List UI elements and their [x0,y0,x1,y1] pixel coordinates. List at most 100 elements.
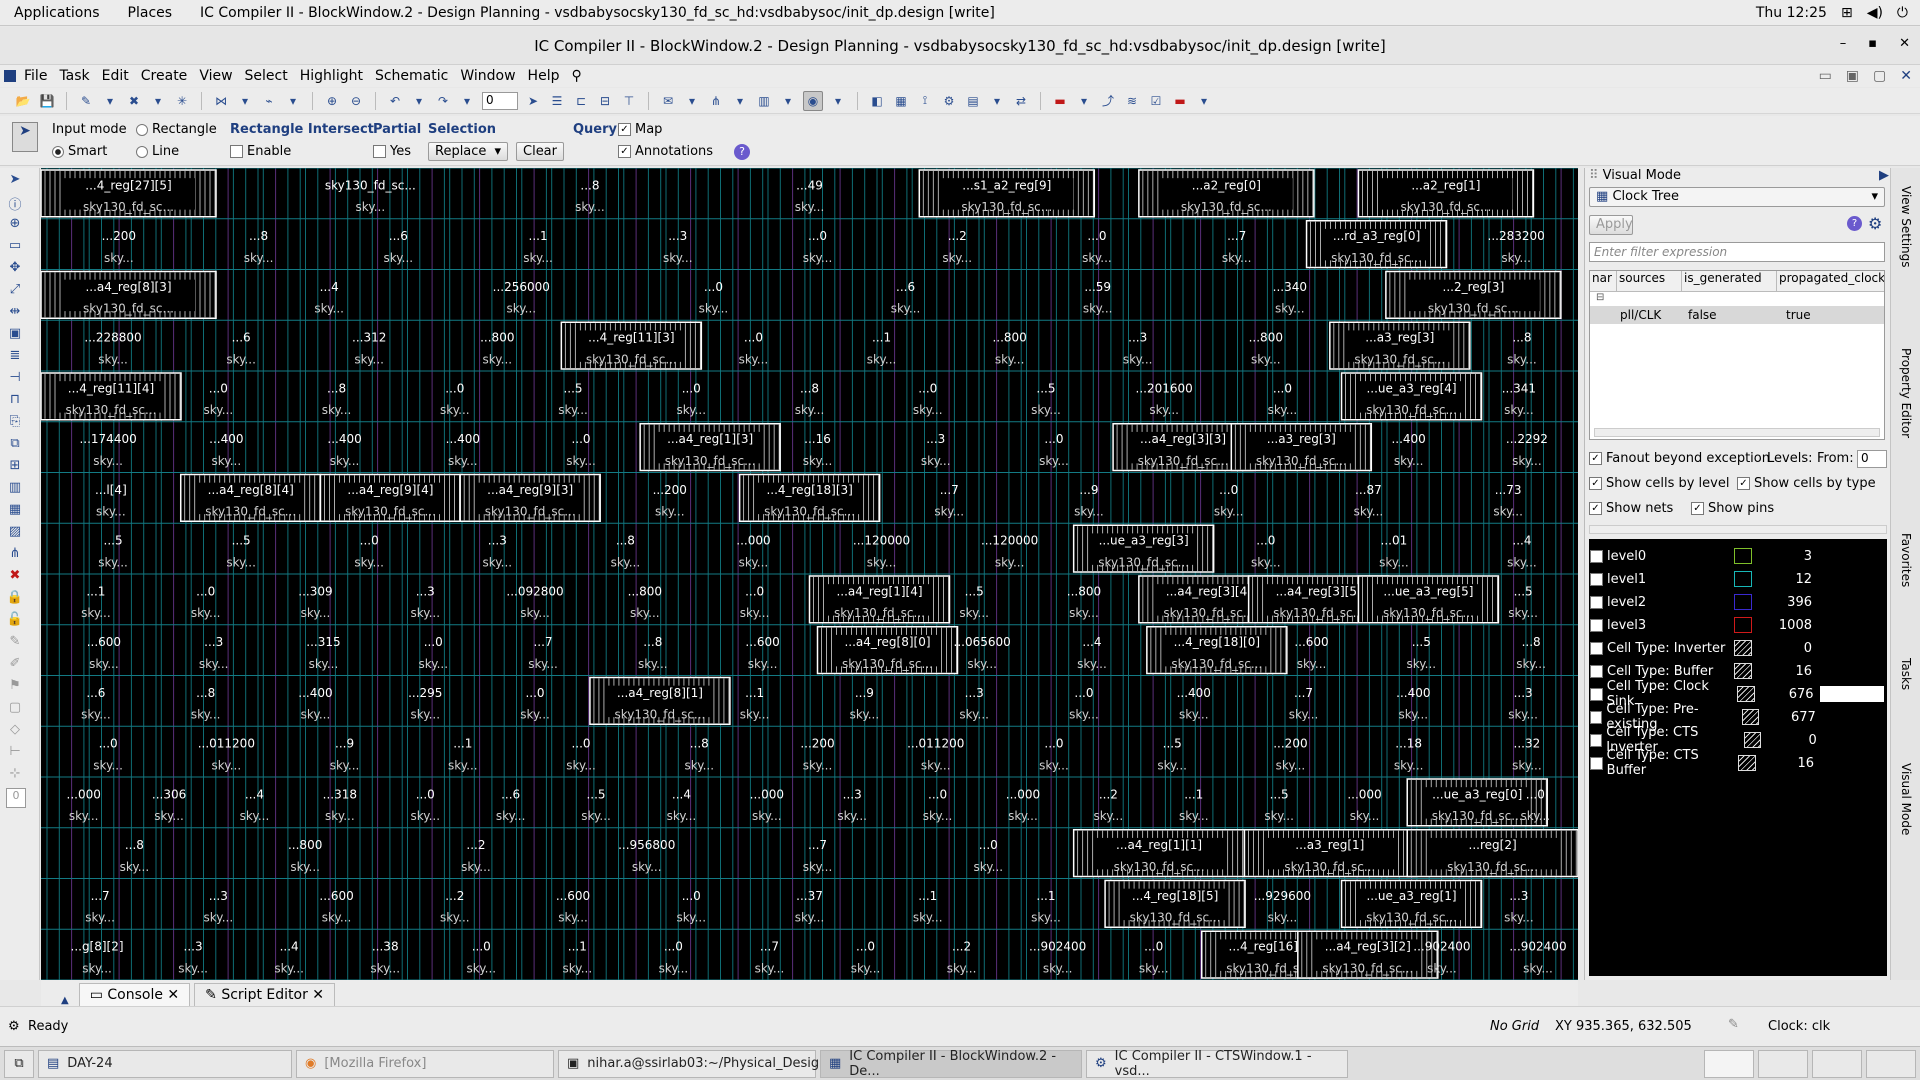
scroll-up-icon[interactable]: ▲ [61,995,69,1006]
error-icon[interactable]: ▬ [1171,92,1189,110]
clock-sink-cell[interactable]: ...a4_reg[9][3] sky130_fd_sc... [459,473,601,522]
tab-console[interactable]: ▭ Console ✕ [78,983,191,1006]
network-icon[interactable]: ⊞ [1841,5,1853,21]
close-icon[interactable]: ✕ [167,987,179,1003]
dropdown-arrow-icon[interactable]: ▾ [1075,92,1093,110]
std-cell[interactable]: ...3 sky... [1504,889,1534,925]
copy-icon[interactable]: ⎘ [6,414,24,432]
std-cell[interactable]: ...1 sky... [523,229,553,265]
clock-sink-cell[interactable]: ...ue_a3_reg[5] sky130_fd_sc... [1357,575,1500,624]
clock-sink-cell[interactable]: ...4_reg[11][3] sky130_fd_sc... [560,321,703,370]
std-cell[interactable]: ...200 sky... [653,483,687,519]
std-cell[interactable]: ...800 sky... [1249,331,1283,367]
chart-icon[interactable]: ▥ [755,92,773,110]
task-terminal[interactable]: ▣ nihar.a@ssirlab03:~/Physical_Design... [558,1049,840,1078]
select-tool-icon[interactable]: ➤ [12,122,38,152]
move-icon[interactable]: ✥ [6,260,24,278]
pencil-icon[interactable]: ✎ [77,92,95,110]
std-cell[interactable]: ...000 sky... [1347,787,1381,823]
align-top-icon[interactable]: ⊤ [620,92,638,110]
edit-icon[interactable]: ✎ [6,634,24,652]
std-cell[interactable]: ...1 sky... [563,940,593,976]
std-cell[interactable]: ...4 sky... [1077,635,1107,671]
from-level-input[interactable]: 0 [1857,450,1887,468]
std-cell[interactable]: ...0 sky... [520,686,550,722]
legend-row[interactable]: Cell Type: CTS Buffer 16 [1588,748,1888,778]
std-cell[interactable]: ...l[4] sky... [95,483,127,519]
std-cell[interactable]: ...16 sky... [803,432,833,468]
workspace-1[interactable] [1704,1049,1754,1078]
zoom-stepper[interactable]: 0 [482,91,518,110]
std-cell[interactable]: ...8 sky... [120,838,150,874]
std-cell[interactable]: ...0 sky... [1069,686,1099,722]
tab-script-editor[interactable]: ✎ Script Editor ✕ [194,983,336,1006]
collapse-icon[interactable]: ⊟ [1590,292,1884,306]
std-cell[interactable]: ...2292 sky... [1506,432,1548,468]
std-cell[interactable]: ...0 sky... [659,940,689,976]
std-cell[interactable]: ...011200 sky... [198,737,255,773]
clock-sink-cell[interactable]: ...s1_a2_reg[9] sky130_fd_sc... [918,169,1096,218]
std-cell[interactable]: ...0 sky... [923,787,953,823]
std-cell[interactable]: ...3 sky... [921,432,951,468]
std-cell[interactable]: ...306 sky... [152,787,186,823]
std-cell[interactable]: ...400 sky... [1396,686,1430,722]
std-cell[interactable]: ...9 sky... [330,737,360,773]
menu-create[interactable]: Create [135,68,194,84]
std-cell[interactable]: ...87 sky... [1354,483,1384,519]
line-radio[interactable]: Line [136,144,179,159]
layout-canvas[interactable]: ...4_reg[27][5] sky130_fd_sc... sky130_fd_… [41,168,1578,980]
volume-icon[interactable]: ◀) [1867,5,1883,21]
std-cell[interactable]: ...201600 sky... [1136,381,1193,417]
std-cell[interactable]: ...929600 sky... [1254,889,1311,925]
dropdown-arrow-icon[interactable]: ▾ [236,92,254,110]
std-cell[interactable]: ...0 sky... [1139,940,1169,976]
std-cell[interactable]: ...4 sky... [274,940,304,976]
legend-checkbox[interactable] [1590,756,1603,770]
std-cell[interactable]: ...200 sky... [1273,737,1307,773]
std-cell[interactable]: ...4 sky... [667,787,697,823]
std-cell[interactable]: ...000 sky... [736,534,770,570]
std-cell[interactable]: ...0 sky... [699,280,729,316]
legend-checkbox[interactable] [1590,641,1603,655]
legend-row[interactable]: level0 3 [1588,545,1888,567]
clock-sink-cell[interactable]: ...4_reg[18][0] sky130_fd_sc... [1146,626,1288,675]
help-icon[interactable]: ? [1847,216,1862,231]
std-cell[interactable]: ...400 sky... [1177,686,1211,722]
std-cell[interactable]: ...800 sky... [1067,584,1101,620]
resize-icon[interactable]: ⤢ [6,282,24,300]
clock-sink-cell[interactable]: ...rd_a3_reg[0] sky130_fd_sc... [1305,220,1448,269]
std-cell[interactable]: ...9 sky... [1074,483,1104,519]
std-cell[interactable]: ...000 sky... [1006,787,1040,823]
clock-sink-cell[interactable]: ...a2_reg[0] sky130_fd_sc... [1138,169,1315,218]
std-cell[interactable]: ...120000 sky... [981,534,1038,570]
std-cell[interactable]: ...18 sky... [1394,737,1424,773]
menu-task[interactable]: Task [53,68,95,84]
clock-sink-cell[interactable]: ...a4_reg[8][1] sky130_fd_sc... [589,676,731,725]
tile-panel-icon[interactable]: ▣ [1846,68,1859,84]
side-tab-tasks[interactable]: Tasks [1899,658,1913,690]
std-cell[interactable]: ...2 sky... [1094,787,1124,823]
std-cell[interactable]: ...318 sky... [323,787,357,823]
std-cell[interactable]: ...3 sky... [1123,331,1153,367]
unlock-icon[interactable]: 🔓 [6,612,24,630]
menu-file[interactable]: File [18,68,53,84]
apply-button[interactable]: Apply [1589,215,1633,235]
hierarchy-icon[interactable]: ⋔ [707,92,725,110]
clock-sink-cell[interactable]: ...ue_a3_reg[3] sky130_fd_sc... [1072,524,1215,573]
std-cell[interactable]: ...1 sky... [448,737,478,773]
std-cell[interactable]: ...0 sky... [1039,737,1069,773]
flag-icon[interactable]: ⚑ [6,678,24,696]
std-cell[interactable]: ...902400 sky... [1029,940,1086,976]
std-cell[interactable]: ...0 sky... [676,889,706,925]
std-cell[interactable]: ...174400 sky... [79,432,136,468]
std-cell[interactable]: ...6 sky... [891,280,921,316]
align-icon[interactable]: ⇹ [6,304,24,322]
group-icon[interactable]: ⊞ [6,458,24,476]
std-cell[interactable]: ...400 sky... [1391,432,1425,468]
std-cell[interactable]: ...0 sky... [418,635,448,671]
rectangle-radio[interactable]: Rectangle [136,122,217,137]
workspace-4[interactable] [1866,1049,1916,1078]
std-cell[interactable]: ...0 sky... [566,737,596,773]
std-cell[interactable]: ...956800 sky... [618,838,675,874]
table-icon[interactable]: ▥ [6,480,24,498]
